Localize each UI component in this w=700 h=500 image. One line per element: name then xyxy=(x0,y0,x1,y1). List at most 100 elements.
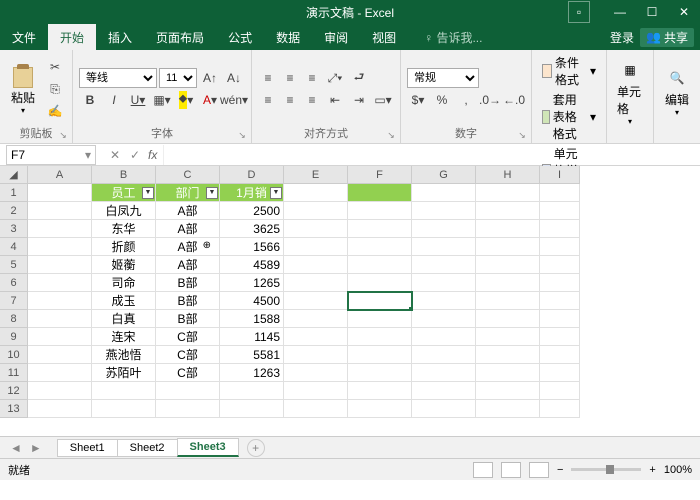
cell-E1[interactable] xyxy=(284,184,348,202)
align-left[interactable]: ≡ xyxy=(258,91,278,109)
row-header[interactable]: 1 xyxy=(0,184,28,202)
cell-A4[interactable] xyxy=(28,238,92,256)
cell-E9[interactable] xyxy=(284,328,348,346)
cell-G1[interactable] xyxy=(412,184,476,202)
font-color-button[interactable]: A▾ xyxy=(199,90,221,110)
row-header[interactable]: 11 xyxy=(0,364,28,382)
cell-B4[interactable]: 折颜 xyxy=(92,238,156,256)
cell-G6[interactable] xyxy=(412,274,476,292)
tab-data[interactable]: 数据 xyxy=(264,24,312,50)
cell-I1[interactable] xyxy=(540,184,580,202)
sheet-nav-prev[interactable]: ◄ xyxy=(6,441,26,455)
percent-button[interactable]: % xyxy=(431,90,453,110)
cell-H9[interactable] xyxy=(476,328,540,346)
row-header[interactable]: 8 xyxy=(0,310,28,328)
border-button[interactable]: ▦▾ xyxy=(151,90,173,110)
cell-D13[interactable] xyxy=(220,400,284,418)
cell-D3[interactable]: 3625 xyxy=(220,220,284,238)
cell-H2[interactable] xyxy=(476,202,540,220)
col-header-D[interactable]: D xyxy=(220,166,284,184)
cell-A5[interactable] xyxy=(28,256,92,274)
zoom-slider[interactable] xyxy=(571,468,641,471)
conditional-format-button[interactable]: 条件格式▾ xyxy=(538,53,600,89)
cell-E11[interactable] xyxy=(284,364,348,382)
cell-C3[interactable]: A部 xyxy=(156,220,220,238)
minimize-button[interactable]: — xyxy=(604,0,636,24)
select-all-corner[interactable]: ◢ xyxy=(0,166,28,184)
cell-D1[interactable]: 1月销▼ xyxy=(220,184,284,202)
cell-E3[interactable] xyxy=(284,220,348,238)
format-painter-button[interactable]: ✍ xyxy=(44,101,66,121)
cell-G5[interactable] xyxy=(412,256,476,274)
align-bottom[interactable]: ≡ xyxy=(302,69,322,87)
cell-H8[interactable] xyxy=(476,310,540,328)
cell-B10[interactable]: 燕池悟 xyxy=(92,346,156,364)
col-header-F[interactable]: F xyxy=(348,166,412,184)
name-box[interactable]: F7▾ xyxy=(6,145,96,165)
cell-C9[interactable]: C部 xyxy=(156,328,220,346)
row-header[interactable]: 4 xyxy=(0,238,28,256)
cut-button[interactable]: ✂ xyxy=(44,57,66,77)
cell-H7[interactable] xyxy=(476,292,540,310)
tab-review[interactable]: 审阅 xyxy=(312,24,360,50)
cell-F7[interactable] xyxy=(348,292,412,310)
cell-C2[interactable]: A部 xyxy=(156,202,220,220)
ribbon-options-icon[interactable]: ▫ xyxy=(568,1,590,23)
cell-H11[interactable] xyxy=(476,364,540,382)
cell-B8[interactable]: 白真 xyxy=(92,310,156,328)
cell-D5[interactable]: 4589 xyxy=(220,256,284,274)
cell-B11[interactable]: 苏陌叶 xyxy=(92,364,156,382)
merge-button[interactable]: ▭▾ xyxy=(372,90,394,110)
cell-G8[interactable] xyxy=(412,310,476,328)
row-header[interactable]: 5 xyxy=(0,256,28,274)
filter-icon[interactable]: ▼ xyxy=(206,187,218,199)
cell-F11[interactable] xyxy=(348,364,412,382)
cell-E7[interactable] xyxy=(284,292,348,310)
formula-input[interactable] xyxy=(163,145,700,165)
tell-me[interactable]: ♀ 告诉我... xyxy=(412,24,494,50)
cell-D8[interactable]: 1588 xyxy=(220,310,284,328)
tab-formula[interactable]: 公式 xyxy=(216,24,264,50)
row-header[interactable]: 2 xyxy=(0,202,28,220)
cell-I13[interactable] xyxy=(540,400,580,418)
cell-G10[interactable] xyxy=(412,346,476,364)
cell-G7[interactable] xyxy=(412,292,476,310)
cell-I5[interactable] xyxy=(540,256,580,274)
view-layout-button[interactable] xyxy=(501,462,521,478)
view-break-button[interactable] xyxy=(529,462,549,478)
dec-decimal[interactable]: ←.0 xyxy=(503,90,525,110)
cell-E5[interactable] xyxy=(284,256,348,274)
tab-layout[interactable]: 页面布局 xyxy=(144,24,216,50)
zoom-in-button[interactable]: + xyxy=(649,464,655,476)
cell-I8[interactable] xyxy=(540,310,580,328)
increase-font-button[interactable]: A↑ xyxy=(199,68,221,88)
row-header[interactable]: 9 xyxy=(0,328,28,346)
cell-H5[interactable] xyxy=(476,256,540,274)
login-button[interactable]: 登录 xyxy=(610,29,634,46)
cell-B2[interactable]: 白凤九 xyxy=(92,202,156,220)
cell-A8[interactable] xyxy=(28,310,92,328)
font-launcher[interactable]: ↘ xyxy=(236,129,248,141)
filter-icon[interactable]: ▼ xyxy=(270,187,282,199)
cell-G4[interactable] xyxy=(412,238,476,256)
cell-H10[interactable] xyxy=(476,346,540,364)
cell-D9[interactable]: 1145 xyxy=(220,328,284,346)
comma-button[interactable]: , xyxy=(455,90,477,110)
cell-C1[interactable]: 部门▼ xyxy=(156,184,220,202)
cell-B12[interactable] xyxy=(92,382,156,400)
cell-E4[interactable] xyxy=(284,238,348,256)
tab-home[interactable]: 开始 xyxy=(48,24,96,50)
cell-A2[interactable] xyxy=(28,202,92,220)
cell-F2[interactable] xyxy=(348,202,412,220)
cell-B13[interactable] xyxy=(92,400,156,418)
align-right[interactable]: ≡ xyxy=(302,91,322,109)
cell-D12[interactable] xyxy=(220,382,284,400)
cell-G11[interactable] xyxy=(412,364,476,382)
cell-A6[interactable] xyxy=(28,274,92,292)
sheet-nav-next[interactable]: ► xyxy=(26,441,46,455)
cell-C8[interactable]: B部 xyxy=(156,310,220,328)
cell-H3[interactable] xyxy=(476,220,540,238)
font-size-select[interactable]: 11 xyxy=(159,68,197,88)
row-header[interactable]: 7 xyxy=(0,292,28,310)
cell-D4[interactable]: 1566 xyxy=(220,238,284,256)
